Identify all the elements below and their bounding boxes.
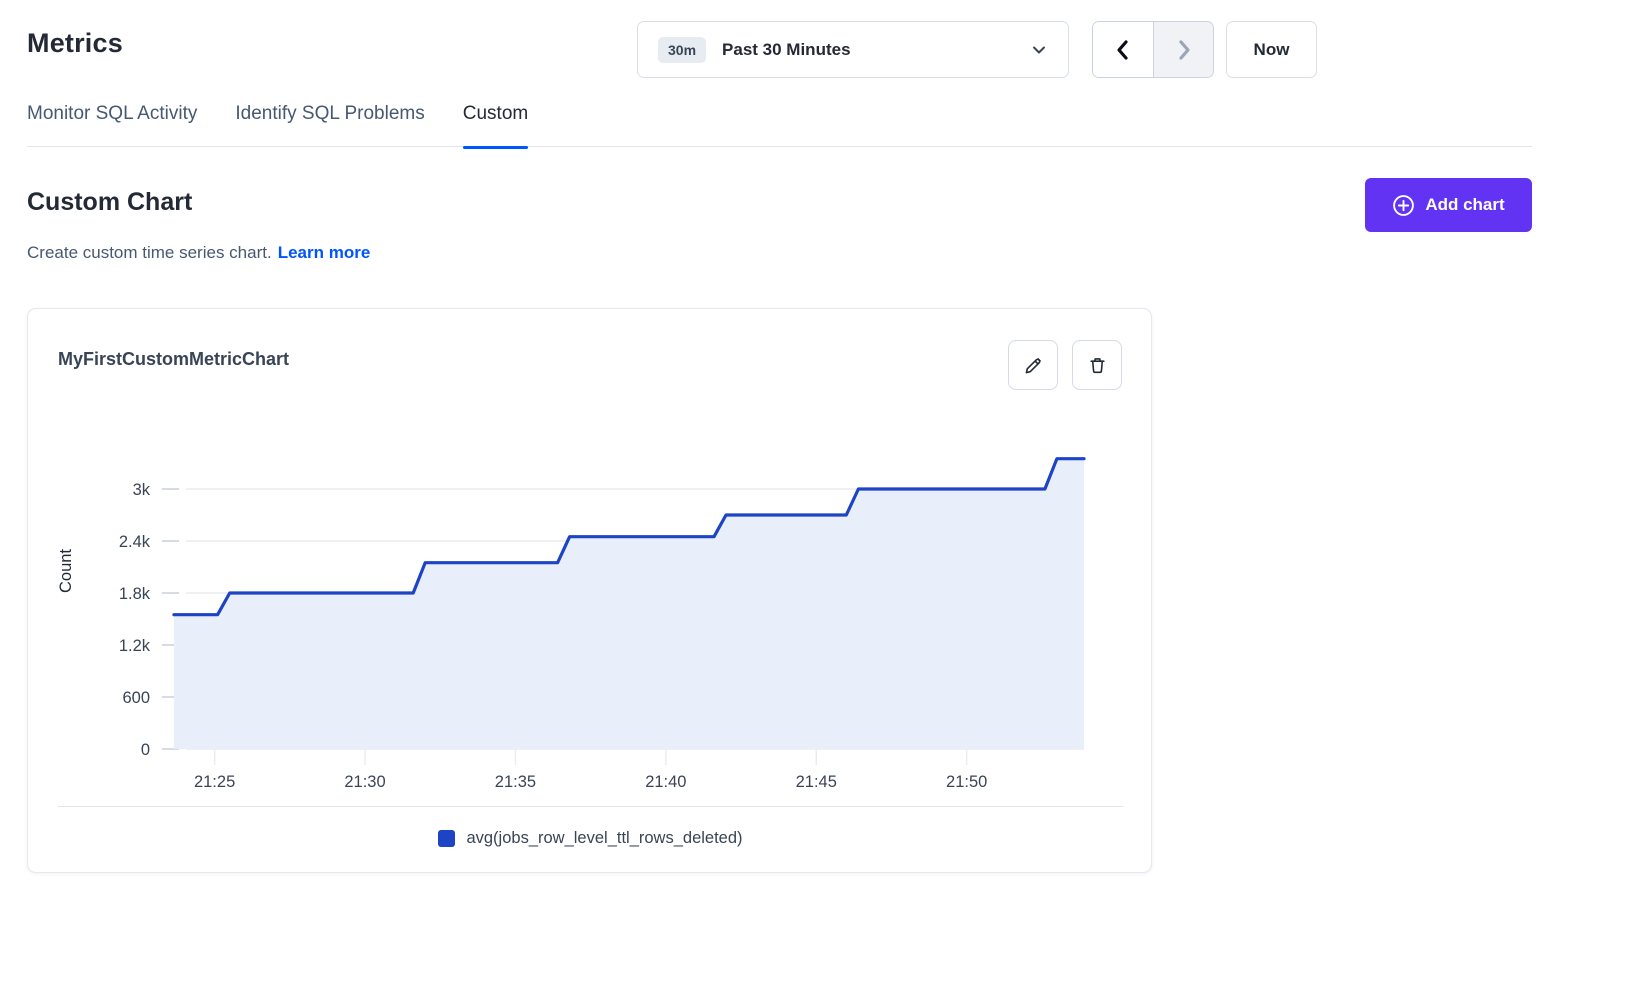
chevron-left-icon: [1113, 39, 1133, 61]
tab-custom[interactable]: Custom: [463, 103, 528, 149]
y-tick-label: 1.8k: [119, 585, 151, 603]
chart-legend: avg(jobs_row_level_ttl_rows_deleted): [28, 829, 1153, 848]
time-series-chart: 0 600 1.2k 1.8k 2.4k 3k 21:25 21:30 21:35 21:40 21…: [28, 419, 1153, 799]
chart-title: MyFirstCustomMetricChart: [58, 349, 289, 370]
legend-swatch: [438, 830, 455, 847]
page-title: Metrics: [27, 28, 123, 59]
legend-divider: [58, 806, 1123, 807]
subtitle-text: Create custom time series chart.: [27, 243, 272, 262]
next-time-button[interactable]: [1153, 22, 1213, 77]
delete-chart-button[interactable]: [1072, 340, 1122, 390]
tab-monitor-sql-activity[interactable]: Monitor SQL Activity: [27, 103, 197, 149]
x-tick-label: 21:50: [946, 773, 987, 791]
tab-bar: Monitor SQL Activity Identify SQL Proble…: [27, 103, 528, 149]
section-subtitle: Create custom time series chart. Learn mo…: [27, 243, 370, 263]
y-tick-label: 0: [141, 741, 150, 759]
section-title: Custom Chart: [27, 188, 192, 217]
chevron-right-icon: [1174, 39, 1194, 61]
y-tick-label: 3k: [133, 481, 151, 499]
time-nav: [1092, 21, 1214, 78]
time-range-dropdown[interactable]: 30m Past 30 Minutes: [637, 21, 1069, 78]
x-tick-label: 21:30: [344, 773, 385, 791]
y-tick-label: 2.4k: [119, 533, 151, 551]
x-tick-label: 21:25: [194, 773, 235, 791]
tab-identify-sql-problems[interactable]: Identify SQL Problems: [235, 103, 424, 149]
series-area: [174, 459, 1084, 749]
add-chart-button[interactable]: Add chart: [1365, 178, 1532, 232]
prev-time-button[interactable]: [1093, 22, 1153, 77]
learn-more-link[interactable]: Learn more: [278, 243, 371, 262]
now-button[interactable]: Now: [1226, 21, 1317, 78]
time-range-label: Past 30 Minutes: [722, 40, 1030, 60]
trash-icon: [1087, 355, 1108, 376]
metrics-page: Metrics 30m Past 30 Minutes Now Monitor …: [0, 0, 1650, 982]
plus-circle-icon: [1392, 194, 1415, 217]
y-tick-label: 600: [122, 689, 150, 707]
y-tick-label: 1.2k: [119, 637, 151, 655]
time-range-badge: 30m: [658, 37, 706, 63]
x-tick-label: 21:35: [495, 773, 536, 791]
legend-label: avg(jobs_row_level_ttl_rows_deleted): [466, 829, 742, 848]
edit-chart-button[interactable]: [1008, 340, 1058, 390]
chevron-down-icon: [1030, 41, 1048, 59]
y-axis-title: Count: [57, 549, 75, 593]
x-tick-label: 21:45: [796, 773, 837, 791]
custom-chart-card: MyFirstCustomMetricChart 0 600 1.2k 1.8k 2.4…: [27, 308, 1152, 873]
x-tick-label: 21:40: [645, 773, 686, 791]
add-chart-label: Add chart: [1425, 195, 1504, 215]
pencil-icon: [1023, 355, 1044, 376]
